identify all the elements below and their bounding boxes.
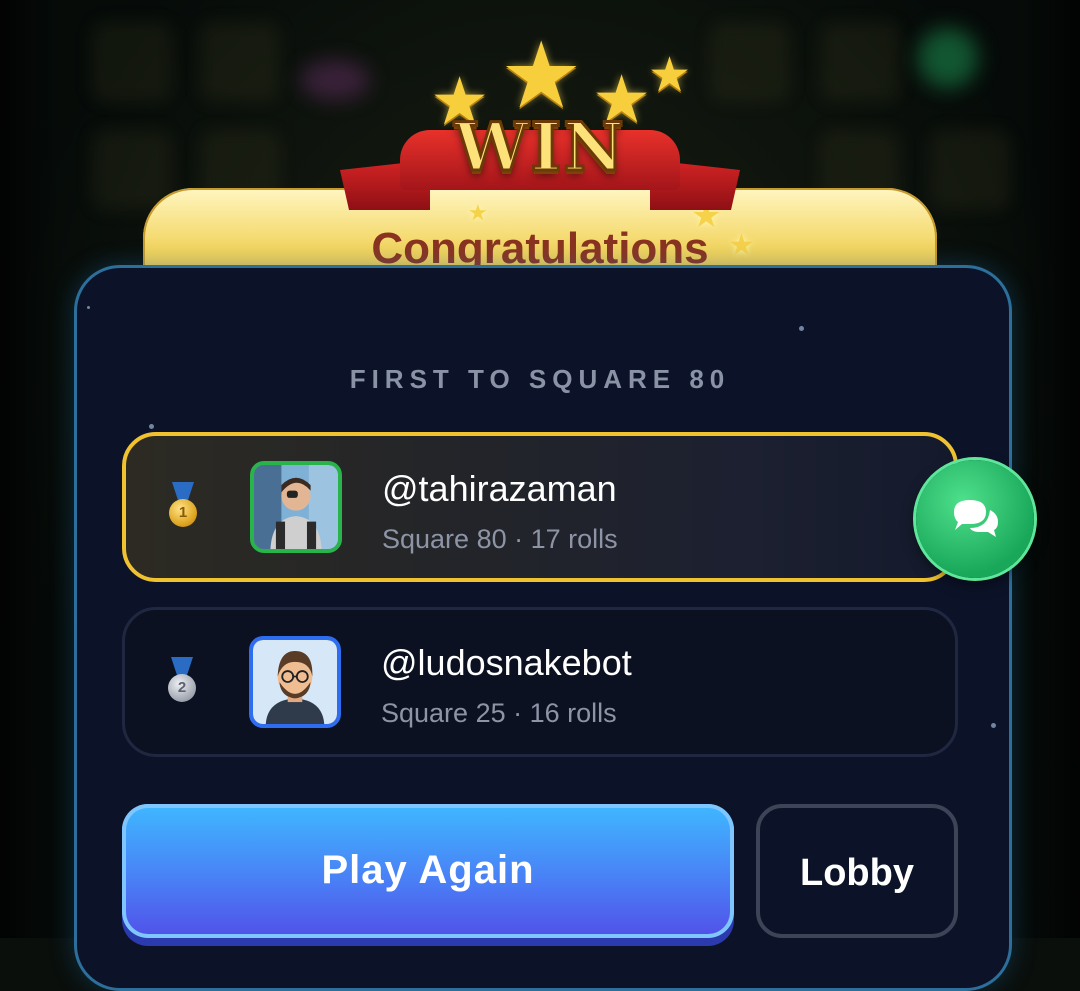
star-speck [991,723,996,728]
chat-button[interactable] [916,460,1034,578]
result-subtitle: FIRST TO SQUARE 80 [349,364,731,394]
lobby-button[interactable]: Lobby [756,804,958,938]
chat-bubbles-icon [954,500,998,537]
player-username: @ludosnakebot [381,642,632,683]
player-stats: Square 25 · 16 rolls [381,698,617,728]
left-shade [0,0,60,938]
gold-medal-icon: 1 [166,482,200,532]
board-tile [92,22,172,102]
right-shade [1020,0,1080,938]
star-speck [799,326,804,331]
lobby-label: Lobby [800,852,914,894]
sparkle-icon: ★ [728,229,755,262]
star-speck [87,306,90,309]
player-username: @tahirazaman [382,468,617,509]
bot-avatar-illustration [253,640,337,724]
board-tile [200,22,280,102]
board-tile [930,130,1010,210]
play-again-label: Play Again [321,848,535,892]
player-photo [254,465,338,549]
play-again-button[interactable]: Play Again [122,804,734,938]
star-speck [149,424,154,429]
player-row-second: 2 @ludosnakebot Square 25 · 16 rolls [122,607,958,757]
player-row-winner: 1 @tahirazaman Square 80 · 17 rolls [122,432,958,582]
avatar[interactable] [250,461,342,553]
board-tile [92,130,172,210]
silver-medal-icon: 2 [165,657,199,707]
star-icon: ★ [648,49,692,102]
board-token [918,28,978,88]
win-badge: ★ ★ ★ ★ WIN [330,30,750,210]
win-text: WIN [453,107,626,188]
avatar[interactable] [249,636,341,728]
player-stats: Square 80 · 17 rolls [382,524,618,554]
board-tile [820,22,900,102]
